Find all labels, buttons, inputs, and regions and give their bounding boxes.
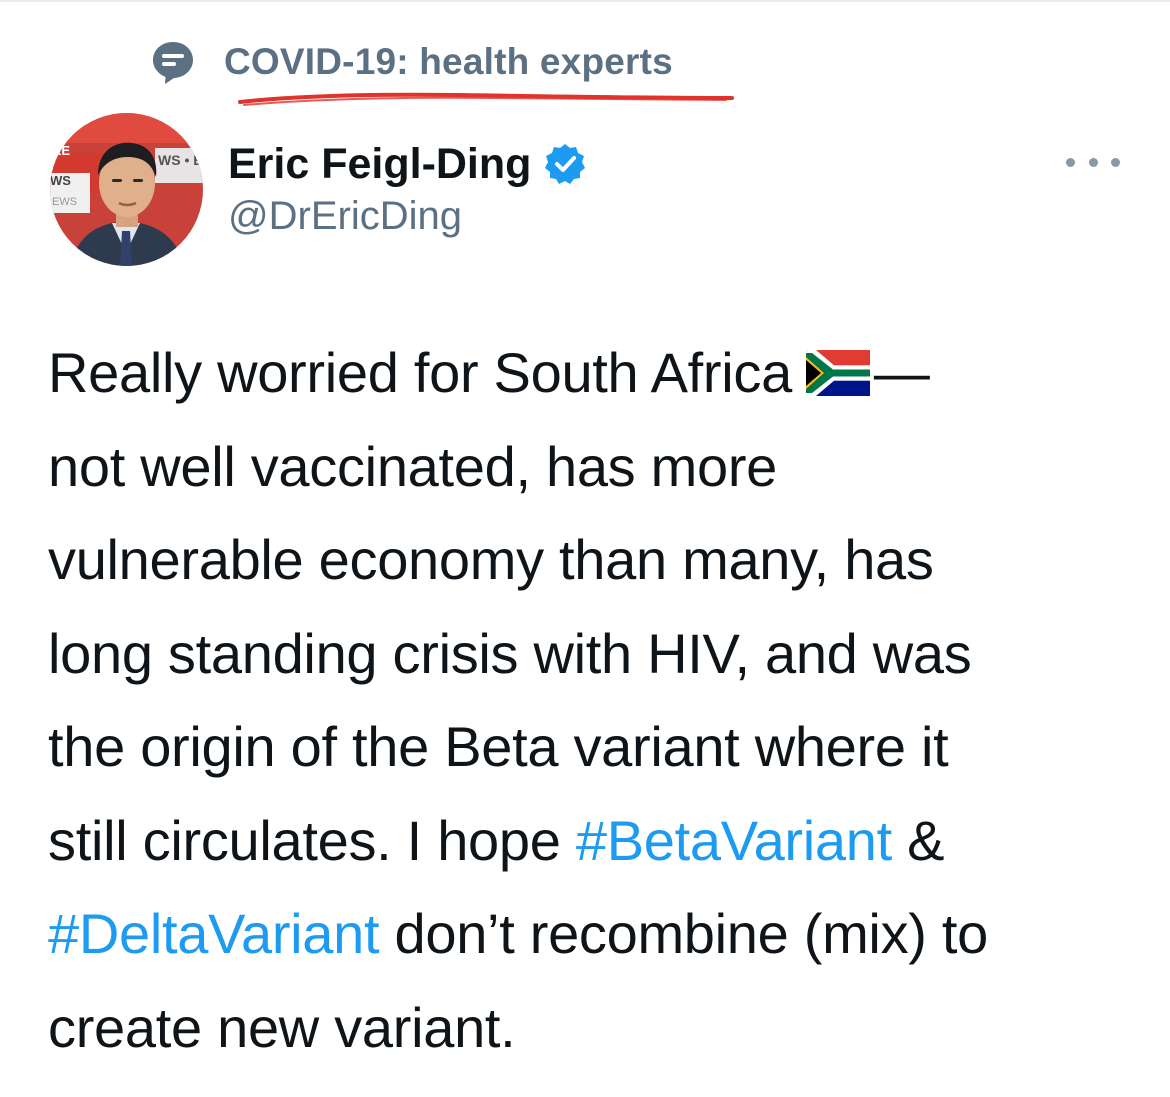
author-handle[interactable]: @DrEricDing — [228, 194, 587, 239]
tweet-line-6: still circulates. I hope #BetaVariant & — [48, 794, 1148, 888]
avatar-backdrop-text-1: RE — [52, 143, 70, 158]
tweet-line-4: long standing crisis with HIV, and was — [48, 621, 972, 685]
author-block[interactable]: Eric Feigl-Ding @DrEricDing — [228, 138, 587, 239]
verified-badge-icon — [543, 142, 587, 186]
tweet-line-1-text: Really worried for South Africa — [48, 341, 792, 404]
author-name[interactable]: Eric Feigl-Ding — [228, 140, 531, 189]
hashtag-beta-variant-link[interactable]: #BetaVariant — [576, 809, 892, 872]
avatar-backdrop-text-4: WS • E — [158, 152, 203, 168]
tweet-line-8: create new variant. — [48, 995, 516, 1059]
more-horizontal-icon-dot — [1111, 157, 1120, 167]
tweet-line-5: the origin of the Beta variant where it — [48, 715, 949, 778]
topic-label[interactable]: COVID-19: health experts — [224, 41, 673, 83]
topic-context[interactable]: COVID-19: health experts — [150, 36, 673, 88]
tweet-line-1: Really worried for South Africa — — [48, 326, 1148, 420]
tweet-line-2: not well vaccinated, has more — [48, 434, 778, 498]
tweet-text: Really worried for South Africa — not we… — [48, 326, 1148, 1074]
tweet-line-7: #DeltaVariant don’t recombine (mix) to — [48, 887, 1148, 981]
tweet-line-3: vulnerable economy than many, has — [48, 528, 934, 591]
red-pen-underline — [238, 92, 734, 106]
tweet-line-1-dash: — — [873, 341, 930, 404]
tweet-line-7-post: don’t recombine (mix) to — [379, 902, 989, 965]
topic-speech-bubble-icon — [150, 39, 196, 85]
top-divider — [0, 0, 1170, 2]
south-africa-flag-icon — [805, 330, 870, 396]
tweet-line-6-post: & — [891, 808, 945, 872]
avatar-backdrop-text-3: EWS — [52, 196, 77, 208]
more-options-button[interactable] — [1066, 150, 1120, 174]
avatar-backdrop-text-2: WS — [50, 173, 71, 188]
hashtag-delta-variant-link[interactable]: #DeltaVariant — [48, 902, 380, 965]
author-avatar[interactable]: RE WS EWS WS • E — [50, 113, 203, 266]
more-horizontal-icon-dot — [1088, 157, 1098, 167]
more-horizontal-icon-dot — [1066, 157, 1075, 167]
tweet-line-6-pre: still circulates. I hope — [48, 808, 576, 872]
